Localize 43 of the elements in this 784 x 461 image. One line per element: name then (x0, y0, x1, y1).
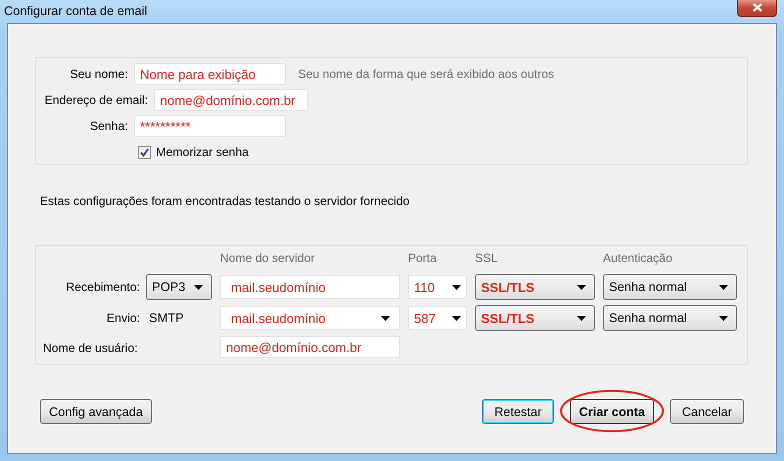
checkbox[interactable] (138, 146, 151, 158)
field-label: Endereço de email: (44, 93, 149, 107)
create-account-button[interactable]: Criar conta (570, 399, 654, 424)
dropdown-arrow-icon (194, 284, 203, 290)
field-hint: Seu nome da forma que será exibido aos outros (298, 67, 554, 81)
field-label: Seu nome: (68, 67, 129, 81)
dropdown-arrow-icon (577, 284, 586, 290)
dropdown-arrow-icon (452, 284, 461, 290)
close-button[interactable] (737, 0, 777, 17)
port-combobox[interactable]: 587 (408, 306, 467, 330)
protocol-text: SMTP (148, 311, 184, 325)
close-icon (752, 3, 762, 12)
retest-button[interactable]: Retestar (482, 399, 554, 424)
dropdown-arrow-icon (381, 316, 390, 320)
input-field[interactable]: nome@domínio.com.br (154, 89, 308, 111)
row-label: Recebimento: (66, 280, 140, 294)
server-combobox[interactable]: mail.seudomínio (220, 306, 400, 330)
dropdown-arrow-icon (719, 316, 728, 320)
column-header: Nome do servidor (220, 251, 316, 267)
dropdown-arrow-icon (719, 284, 728, 290)
row-label: Nome de usuário: (43, 341, 138, 355)
column-header: Autenticação (603, 251, 674, 267)
field-label: Senha: (88, 119, 129, 133)
window-title: Configurar conta de email (4, 4, 148, 18)
checkbox-label: Memorizar senha (156, 145, 249, 159)
auth-dropdown[interactable]: Senha normal (603, 305, 737, 331)
column-header: Porta (408, 251, 438, 267)
row-label: Envio: (106, 311, 140, 325)
dropdown-arrow-icon (577, 316, 586, 320)
protocol-dropdown[interactable]: POP3 (146, 274, 212, 300)
cancel-button[interactable]: Cancelar (670, 399, 744, 424)
port-combobox[interactable]: 110 (408, 275, 467, 299)
input-field[interactable]: ********** (134, 115, 286, 137)
username-field[interactable]: nome@domínio.com.br (220, 336, 400, 358)
advanced-button[interactable]: Config avançada (40, 399, 152, 424)
dropdown-arrow-icon (452, 316, 461, 320)
server-field[interactable]: mail.seudomínio (220, 275, 400, 299)
ssl-dropdown[interactable]: SSL/TLS (475, 305, 595, 331)
ssl-dropdown[interactable]: SSL/TLS (475, 274, 595, 300)
status-message: Estas configurações foram encontradas testando o servidor fornecido (40, 194, 411, 208)
input-field[interactable]: Nome para exibição (134, 63, 286, 85)
column-header: SSL (475, 251, 499, 267)
auth-dropdown[interactable]: Senha normal (603, 274, 737, 300)
